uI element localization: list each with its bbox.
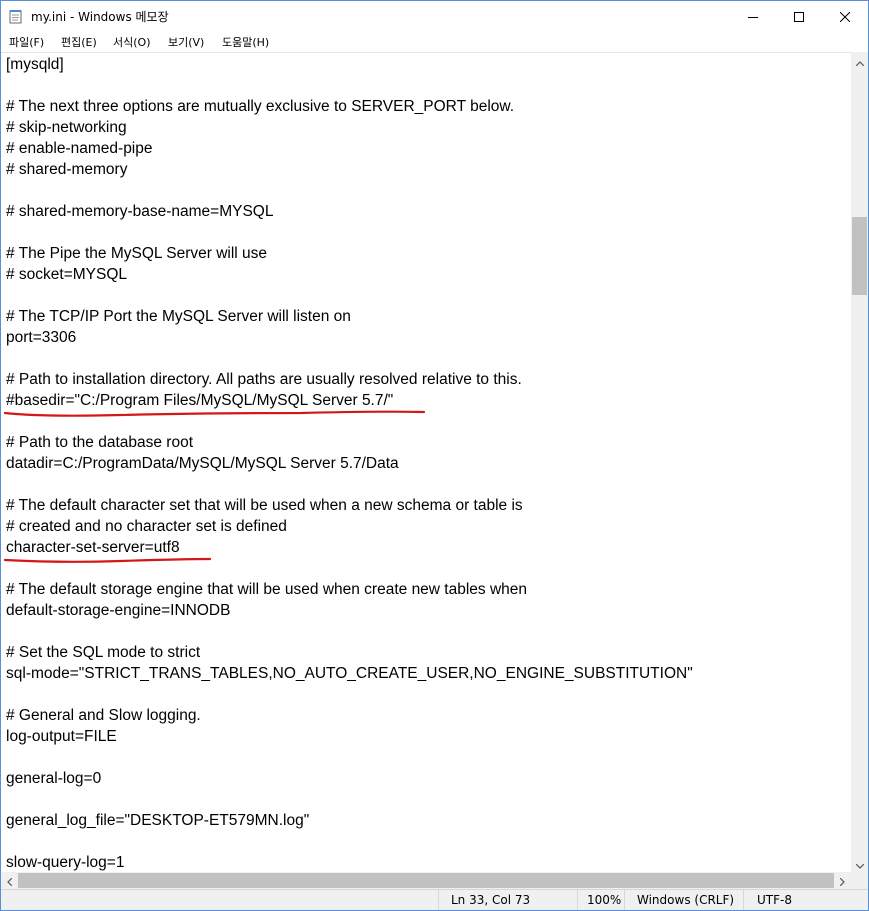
chevron-down-icon: [855, 854, 864, 873]
vertical-scrollbar[interactable]: [851, 52, 868, 872]
text-line: # Path to installation directory. All pa…: [6, 371, 522, 388]
zoom-level: 100%: [587, 893, 622, 907]
menu-file[interactable]: 파일(F): [9, 34, 44, 50]
text-line: # Set the SQL mode to strict: [6, 644, 201, 661]
status-position-cell: Ln 33, Col 73: [438, 890, 578, 910]
menu-format[interactable]: 서식(O): [113, 34, 150, 50]
text-line: # The TCP/IP Port the MySQL Server will …: [6, 308, 351, 325]
text-line: # The Pipe the MySQL Server will use: [6, 245, 268, 262]
chevron-right-icon: [839, 871, 845, 890]
text-line: # The default storage engine that will b…: [6, 581, 528, 598]
cursor-position: Ln 33, Col 73: [451, 893, 531, 907]
notepad-window: my.ini - Windows 메모장 파일(F) 편집(E) 서식(O) 보…: [0, 0, 869, 911]
text-line: # skip-networking: [6, 119, 127, 136]
title-bar[interactable]: my.ini - Windows 메모장: [1, 1, 868, 32]
text-line: # Path to the database root: [6, 434, 193, 451]
menu-bar: 파일(F) 편집(E) 서식(O) 보기(V) 도움말(H): [1, 32, 868, 52]
text-line: sql-mode="STRICT_TRANS_TABLES,NO_AUTO_CR…: [6, 665, 693, 682]
text-line: # shared-memory-base-name=MYSQL: [6, 203, 274, 220]
horizontal-scrollbar[interactable]: [1, 872, 851, 889]
text-line: # shared-memory: [6, 161, 128, 178]
text-line: datadir=C:/ProgramData/MySQL/MySQL Serve…: [6, 455, 399, 472]
scroll-left-button[interactable]: [1, 872, 18, 889]
encoding: UTF-8: [757, 893, 792, 907]
text-line: # The default character set that will be…: [6, 497, 523, 514]
menu-help[interactable]: 도움말(H): [222, 34, 269, 50]
chevron-up-icon: [855, 51, 864, 70]
charset-underline: [3, 557, 212, 563]
minimize-icon: [748, 12, 758, 22]
text-line: slow-query-log=1: [6, 854, 125, 871]
scrollbar-corner: [851, 872, 868, 889]
text-line: general_log_file="DESKTOP-ET579MN.log": [6, 812, 310, 829]
scroll-right-button[interactable]: [834, 872, 851, 889]
scroll-up-button[interactable]: [851, 52, 868, 69]
basedir-underline: [3, 410, 426, 417]
horizontal-scroll-thumb[interactable]: [18, 873, 834, 888]
close-icon: [840, 11, 850, 22]
text-line: log-output=FILE: [6, 728, 117, 745]
text-line: # The next three options are mutually ex…: [6, 98, 515, 115]
window-title: my.ini - Windows 메모장: [31, 10, 169, 24]
status-zoom-cell: 100%: [577, 890, 625, 910]
text-line: default-storage-engine=INNODB: [6, 602, 231, 619]
text-line-basedir: #basedir="C:/Program Files/MySQL/MySQL S…: [6, 392, 394, 409]
text-line-charset: character-set-server=utf8: [6, 539, 180, 556]
status-encoding-cell: UTF-8: [743, 890, 868, 910]
text-line: # socket=MYSQL: [6, 266, 128, 283]
text-line: general-log=0: [6, 770, 102, 787]
text-line: # created and no character set is define…: [6, 518, 287, 535]
status-line-ending-cell: Windows (CRLF): [624, 890, 744, 910]
text-line: port=3306: [6, 329, 77, 346]
minimize-button[interactable]: [730, 1, 776, 32]
line-ending: Windows (CRLF): [637, 893, 735, 907]
scroll-down-button[interactable]: [851, 855, 868, 872]
maximize-icon: [794, 11, 804, 22]
maximize-button[interactable]: [776, 1, 822, 32]
status-bar: Ln 33, Col 73 100% Windows (CRLF) UTF-8: [1, 889, 868, 910]
close-button[interactable]: [822, 1, 868, 32]
notepad-icon: [9, 9, 23, 24]
menu-edit[interactable]: 편집(E): [61, 34, 97, 50]
menu-view[interactable]: 보기(V): [168, 34, 204, 50]
text-line: # General and Slow logging.: [6, 707, 201, 724]
text-line: # enable-named-pipe: [6, 140, 153, 157]
chevron-left-icon: [7, 871, 13, 890]
vertical-scroll-thumb[interactable]: [852, 217, 867, 295]
text-line: [mysqld]: [6, 56, 64, 73]
text-editor[interactable]: [mysqld] # The next three options are mu…: [1, 52, 851, 873]
